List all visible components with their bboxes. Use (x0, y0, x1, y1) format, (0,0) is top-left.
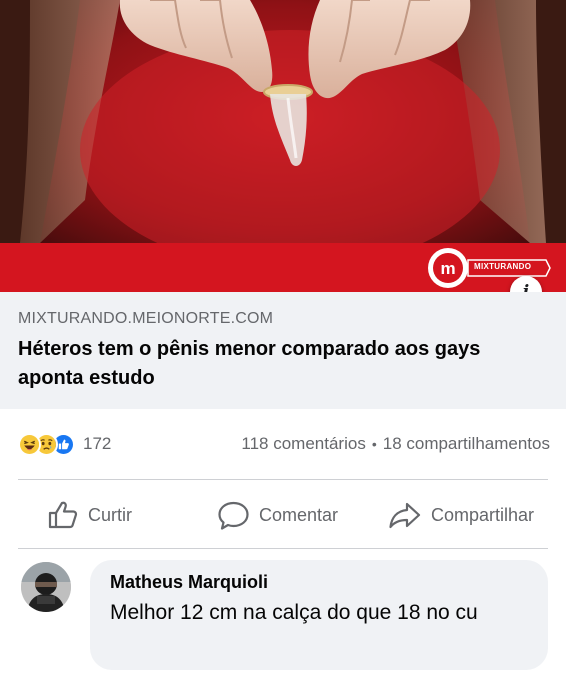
comment-text: Melhor 12 cm na calça do que 18 no cu (110, 601, 478, 624)
reaction-count[interactable]: 172 (83, 434, 111, 454)
like-label: Curtir (88, 504, 132, 525)
like-button[interactable]: Curtir (47, 492, 132, 538)
haha-reaction-icon (18, 432, 41, 456)
speech-bubble-icon (218, 501, 249, 530)
share-button[interactable]: Compartilhar (388, 492, 534, 538)
divider-bottom (18, 548, 548, 549)
brand-text: MIXTURANDO (474, 262, 532, 271)
thumbs-up-icon (48, 501, 78, 529)
share-label: Compartilhar (431, 504, 535, 525)
avatar[interactable] (21, 562, 71, 612)
comment-label: Comentar (259, 504, 339, 525)
comment-count[interactable]: 118 comentários (241, 434, 365, 454)
share-arrow-icon (389, 502, 421, 529)
stats-separator: • (371, 436, 377, 452)
comment-button[interactable]: Comentar (217, 492, 338, 538)
link-domain: MIXTURANDO.MEIONORTE.COM (18, 310, 274, 327)
svg-text:m: m (440, 259, 455, 278)
link-caption[interactable]: MIXTURANDO.MEIONORTE.COM Héteros tem o p… (0, 292, 566, 409)
link-title[interactable]: Héteros tem o pênis menor comparado aos … (18, 335, 538, 393)
divider-top (18, 479, 548, 480)
avatar-photo (21, 562, 71, 612)
share-count[interactable]: 18 compartilhamentos (383, 434, 550, 454)
post-stats: 172 118 comentários • 18 compartilhament… (18, 430, 550, 458)
post-actions: Curtir Comentar Compartilhar (0, 492, 566, 538)
reactions-summary[interactable] (18, 432, 75, 456)
comment-bubble: Matheus Marquioli Melhor 12 cm na calça … (90, 560, 548, 670)
comment-author[interactable]: Matheus Marquioli (110, 572, 530, 593)
